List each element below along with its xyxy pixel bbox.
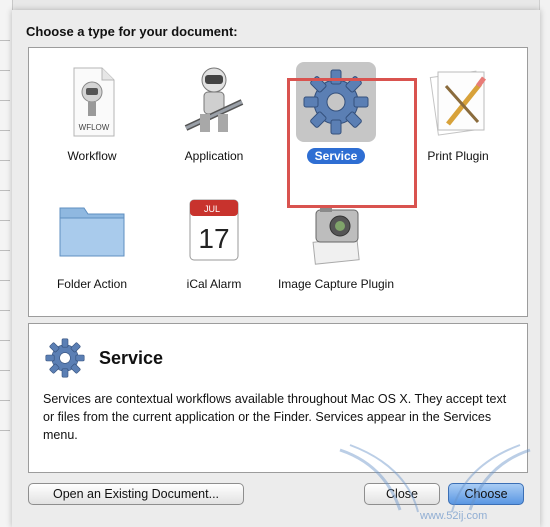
type-label: iCal Alarm [186,277,242,291]
type-label: Folder Action [56,277,128,291]
description-panel: Service Services are contextual workflow… [28,323,528,473]
type-label: Workflow [67,149,117,163]
type-application[interactable]: Application [155,62,273,182]
type-image-capture-plugin[interactable]: Image Capture Plugin [277,190,395,310]
type-ical-alarm[interactable]: JUL 17 iCal Alarm [155,190,273,310]
sheet-prompt: Choose a type for your document: [26,24,238,39]
svg-text:JUL: JUL [204,204,220,214]
document-type-grid: WFLOW Workflow Application Service Print… [28,47,528,317]
calendar-icon: JUL 17 [174,190,254,270]
type-label: Image Capture Plugin [277,277,395,291]
svg-text:17: 17 [198,223,229,254]
workflow-badge: WFLOW [79,123,110,132]
background-window-edge-right [539,0,550,527]
document-type-sheet: Choose a type for your document: WFLOW W… [12,10,540,527]
automator-robot-icon [174,62,254,142]
type-folder-action[interactable]: Folder Action [33,190,151,310]
type-workflow[interactable]: WFLOW Workflow [33,62,151,182]
type-label: Application [184,149,244,163]
gear-icon [41,334,89,382]
workflow-document-icon: WFLOW [52,62,132,142]
print-plugin-icon [418,62,498,142]
watermark-url: www.52ij.com [420,510,488,522]
folder-icon [52,190,132,270]
close-button[interactable]: Close [364,483,440,505]
choose-button[interactable]: Choose [448,483,524,505]
annotation-highlight-box [287,78,417,208]
description-title: Service [99,348,164,368]
open-existing-document-button[interactable]: Open an Existing Document... [28,483,244,505]
description-text: Services are contextual workflows availa… [43,392,507,442]
